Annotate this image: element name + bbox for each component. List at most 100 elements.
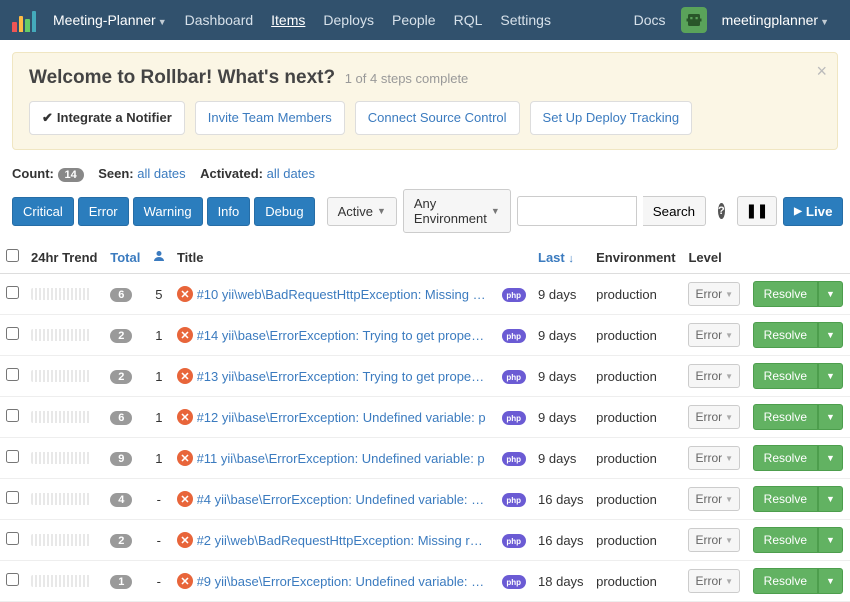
level-dropdown[interactable]: Error ▼ bbox=[688, 405, 740, 429]
select-all-checkbox[interactable] bbox=[6, 249, 19, 262]
resolve-button[interactable]: Resolve bbox=[753, 527, 818, 553]
environment-dropdown[interactable]: Any Environment▼ bbox=[403, 189, 511, 233]
row-checkbox[interactable] bbox=[6, 573, 19, 586]
col-unique-users[interactable] bbox=[147, 241, 171, 274]
level-dropdown[interactable]: Error ▼ bbox=[688, 323, 740, 347]
language-badge: php bbox=[502, 288, 526, 302]
total-badge: 2 bbox=[110, 370, 132, 384]
row-checkbox[interactable] bbox=[6, 409, 19, 422]
nav-deploys[interactable]: Deploys bbox=[314, 2, 383, 38]
item-title-link[interactable]: #9 yii\base\ErrorException: Undefined va… bbox=[197, 574, 487, 589]
seen-filter[interactable]: all dates bbox=[137, 166, 185, 181]
col-title: Title bbox=[171, 241, 496, 274]
status-dropdown[interactable]: Active▼ bbox=[327, 197, 397, 226]
resolve-button[interactable]: Resolve bbox=[753, 404, 818, 430]
item-title-link[interactable]: #12 yii\base\ErrorException: Undefined v… bbox=[197, 410, 486, 425]
level-dropdown[interactable]: Error ▼ bbox=[688, 487, 740, 511]
col-total[interactable]: Total bbox=[104, 241, 147, 274]
project-selector[interactable]: Meeting-Planner▼ bbox=[44, 2, 176, 38]
level-dropdown[interactable]: Error ▼ bbox=[688, 528, 740, 552]
nav-items[interactable]: Items bbox=[262, 2, 314, 38]
nav-rql[interactable]: RQL bbox=[445, 2, 492, 38]
language-badge: php bbox=[502, 493, 526, 507]
resolve-dropdown[interactable]: ▼ bbox=[818, 568, 843, 594]
total-badge: 4 bbox=[110, 493, 132, 507]
nav-people[interactable]: People bbox=[383, 2, 445, 38]
item-title-link[interactable]: #13 yii\base\ErrorException: Trying to g… bbox=[197, 369, 487, 384]
docs-link[interactable]: Docs bbox=[625, 2, 675, 38]
close-icon[interactable]: × bbox=[816, 61, 827, 82]
resolve-button[interactable]: Resolve bbox=[753, 322, 818, 348]
resolve-button[interactable]: Resolve bbox=[753, 281, 818, 307]
trend-sparkline bbox=[31, 534, 91, 546]
col-level: Level bbox=[682, 241, 746, 274]
total-badge: 6 bbox=[110, 288, 132, 302]
onboard-step[interactable]: Connect Source Control bbox=[355, 101, 520, 135]
onboard-step[interactable]: ✔Integrate a Notifier bbox=[29, 101, 185, 135]
level-warning-button[interactable]: Warning bbox=[133, 197, 203, 226]
level-dropdown[interactable]: Error ▼ bbox=[688, 446, 740, 470]
error-icon: ✕ bbox=[177, 327, 193, 343]
nav-dashboard[interactable]: Dashboard bbox=[176, 2, 263, 38]
table-row: 21✕ #13 yii\base\ErrorException: Trying … bbox=[0, 356, 850, 397]
col-last[interactable]: Last ↓ bbox=[532, 241, 590, 274]
level-critical-button[interactable]: Critical bbox=[12, 197, 74, 226]
environment: production bbox=[590, 274, 682, 315]
row-checkbox[interactable] bbox=[6, 327, 19, 340]
filters-bar: Count: 14 Seen: all dates Activated: all… bbox=[0, 162, 850, 241]
user-avatar[interactable] bbox=[681, 7, 707, 33]
resolve-button[interactable]: Resolve bbox=[753, 445, 818, 471]
unique-count: 5 bbox=[147, 274, 171, 315]
row-checkbox[interactable] bbox=[6, 491, 19, 504]
item-title-link[interactable]: #14 yii\base\ErrorException: Trying to g… bbox=[197, 328, 487, 343]
resolve-dropdown[interactable]: ▼ bbox=[818, 445, 843, 471]
resolve-dropdown[interactable]: ▼ bbox=[818, 404, 843, 430]
search-input[interactable] bbox=[517, 196, 637, 226]
table-row: 91✕ #11 yii\base\ErrorException: Undefin… bbox=[0, 438, 850, 479]
help-icon[interactable]: ? bbox=[718, 203, 725, 219]
level-dropdown[interactable]: Error ▼ bbox=[688, 282, 740, 306]
top-navbar: Meeting-Planner▼ DashboardItemsDeploysPe… bbox=[0, 0, 850, 40]
row-checkbox[interactable] bbox=[6, 368, 19, 381]
last-seen: 18 days bbox=[532, 561, 590, 602]
activated-filter[interactable]: all dates bbox=[267, 166, 315, 181]
total-badge: 1 bbox=[110, 575, 132, 589]
item-title-link[interactable]: #4 yii\base\ErrorException: Undefined va… bbox=[197, 492, 487, 507]
level-error-button[interactable]: Error bbox=[78, 197, 129, 226]
resolve-button[interactable]: Resolve bbox=[753, 568, 818, 594]
live-button[interactable]: ▶Live bbox=[783, 197, 843, 226]
resolve-dropdown[interactable]: ▼ bbox=[818, 527, 843, 553]
resolve-dropdown[interactable]: ▼ bbox=[818, 486, 843, 512]
resolve-button[interactable]: Resolve bbox=[753, 486, 818, 512]
environment: production bbox=[590, 438, 682, 479]
resolve-button[interactable]: Resolve bbox=[753, 363, 818, 389]
level-info-button[interactable]: Info bbox=[207, 197, 251, 226]
onboard-step[interactable]: Set Up Deploy Tracking bbox=[530, 101, 693, 135]
row-checkbox[interactable] bbox=[6, 286, 19, 299]
pause-button[interactable]: ❚❚ bbox=[737, 196, 777, 226]
level-dropdown[interactable]: Error ▼ bbox=[688, 364, 740, 388]
row-checkbox[interactable] bbox=[6, 532, 19, 545]
error-icon: ✕ bbox=[177, 409, 193, 425]
level-debug-button[interactable]: Debug bbox=[254, 197, 314, 226]
nav-settings[interactable]: Settings bbox=[491, 2, 560, 38]
resolve-dropdown[interactable]: ▼ bbox=[818, 281, 843, 307]
last-seen: 9 days bbox=[532, 397, 590, 438]
rollbar-logo[interactable] bbox=[12, 8, 36, 32]
total-badge: 2 bbox=[110, 329, 132, 343]
resolve-dropdown[interactable]: ▼ bbox=[818, 363, 843, 389]
resolve-dropdown[interactable]: ▼ bbox=[818, 322, 843, 348]
error-icon: ✕ bbox=[177, 491, 193, 507]
onboard-step[interactable]: Invite Team Members bbox=[195, 101, 345, 135]
search-button[interactable]: Search bbox=[643, 196, 706, 226]
table-row: 2-✕ #2 yii\web\BadRequestHttpException: … bbox=[0, 520, 850, 561]
row-checkbox[interactable] bbox=[6, 450, 19, 463]
count-badge: 14 bbox=[58, 168, 84, 182]
onboarding-panel: × Welcome to Rollbar! What's next? 1 of … bbox=[12, 52, 838, 150]
language-badge: php bbox=[502, 575, 526, 589]
user-menu[interactable]: meetingplanner▼ bbox=[713, 2, 838, 38]
level-dropdown[interactable]: Error ▼ bbox=[688, 569, 740, 593]
item-title-link[interactable]: #2 yii\web\BadRequestHttpException: Miss… bbox=[197, 533, 487, 548]
item-title-link[interactable]: #10 yii\web\BadRequestHttpException: Mis… bbox=[197, 287, 487, 302]
item-title-link[interactable]: #11 yii\base\ErrorException: Undefined v… bbox=[197, 451, 485, 466]
